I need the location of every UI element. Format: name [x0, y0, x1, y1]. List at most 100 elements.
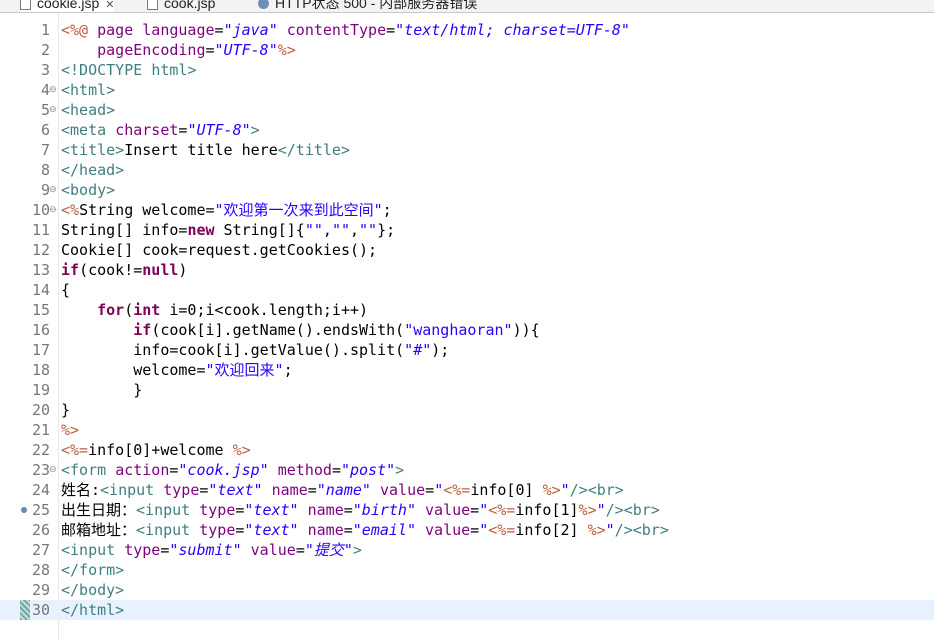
code-line[interactable]: 22 <%=info[0]+welcome %> [0, 440, 934, 460]
code-line[interactable]: 25 出生日期：<input type="text" name="birth" v… [0, 500, 934, 520]
tab-label: cookie.jsp [37, 0, 100, 11]
code-text: %> [61, 420, 79, 440]
code-line[interactable]: 17 info=cook[i].getValue().split("#"); [0, 340, 934, 360]
line-number: 25 [31, 501, 50, 519]
code-line[interactable]: 16 if(cook[i].getName().endsWith("wangha… [0, 320, 934, 340]
code-token: type [163, 481, 200, 499]
code-line[interactable]: 15 for(int i=0;i<cook.length;i++) [0, 300, 934, 320]
code-token: Cookie[] cook=request.getCookies(); [61, 241, 378, 259]
code-token: charset [115, 121, 179, 139]
code-token: </head> [61, 161, 125, 179]
code-token: %> [542, 481, 561, 499]
line-number: 30 [31, 601, 50, 619]
code-line[interactable]: 29 </body> [0, 580, 934, 600]
jsp-file-icon [147, 0, 158, 10]
code-token: i=0;i<cook.length;i++) [160, 301, 369, 319]
editor-tab-bar: cookie.jsp ✕ cook.jsp HTTP状态 500 - 内部服务器错… [0, 0, 934, 13]
code-text: <head> [61, 100, 115, 120]
code-token: ; [283, 361, 293, 379]
code-token: ); [431, 341, 450, 359]
code-text: { [61, 280, 70, 300]
code-editor[interactable]: 1 <%@ page language="java" contentType="t… [0, 13, 934, 640]
code-token: <%= [443, 481, 471, 499]
code-token: <head> [61, 101, 116, 119]
code-text: <%String welcome="欢迎第一次来到此空间"; [61, 200, 392, 220]
code-line[interactable]: 24 姓名:<input type="text" name="name" valu… [0, 480, 934, 500]
code-line[interactable]: 18 welcome="欢迎回来"; [0, 360, 934, 380]
code-token: (cook[i].getName().endsWith( [151, 321, 405, 339]
fold-toggle-icon[interactable]: ⊖ [49, 180, 57, 200]
code-token: name [271, 481, 308, 499]
code-token: = [343, 501, 353, 519]
globe-icon [258, 0, 269, 9]
code-token: " [479, 521, 489, 539]
fold-toggle-icon[interactable]: ⊖ [49, 460, 57, 480]
code-line[interactable]: 28 </form> [0, 560, 934, 580]
code-line[interactable]: 5 ⊖ <head> [0, 100, 934, 120]
code-token: ( [124, 301, 134, 319]
jsp-file-icon [20, 0, 31, 10]
tab-cookie-jsp[interactable]: cookie.jsp ✕ [20, 0, 115, 12]
line-number: 27 [31, 541, 50, 559]
fold-toggle-icon[interactable]: ⊖ [49, 100, 57, 120]
code-text: Cookie[] cook=request.getCookies(); [61, 240, 377, 260]
code-line[interactable]: 4 ⊖ <html> [0, 80, 934, 100]
code-line[interactable]: 8 </head> [0, 160, 934, 180]
code-line[interactable]: 3 <!DOCTYPE html> [0, 60, 934, 80]
code-line[interactable]: 12 Cookie[] cook=request.getCookies(); [0, 240, 934, 260]
code-line[interactable]: 11 String[] info=new String[]{"","",""}; [0, 220, 934, 240]
code-token: 邮箱地址： [61, 521, 137, 539]
code-token: "#" [404, 341, 432, 359]
code-line[interactable]: 30 </html> [0, 600, 934, 620]
code-token: language [142, 21, 215, 39]
code-token: "email" [352, 521, 416, 539]
code-token: welcome= [61, 361, 206, 379]
code-token: contentType [286, 21, 387, 39]
code-token: value [425, 501, 471, 519]
code-line[interactable]: 23 ⊖ <form action="cook.jsp" method="post"… [0, 460, 934, 480]
code-token: method [277, 461, 332, 479]
code-text: if(cook!=null) [61, 260, 187, 280]
code-line[interactable]: 26 邮箱地址：<input type="text" name="email" v… [0, 520, 934, 540]
code-line[interactable]: 10 ⊖ <%String welcome="欢迎第一次来到此空间"; [0, 200, 934, 220]
code-text: <title>Insert title here</title> [61, 140, 350, 160]
tab-cook-jsp[interactable]: cook.jsp [147, 0, 215, 12]
code-line[interactable]: 1 <%@ page language="java" contentType="t… [0, 20, 934, 40]
code-token: /> [569, 481, 588, 499]
code-token: %> [277, 41, 296, 59]
code-token: <input [136, 521, 200, 539]
code-line[interactable]: 9 ⊖ <body> [0, 180, 934, 200]
code-line[interactable]: 20} [0, 400, 934, 420]
code-line[interactable]: 2 pageEncoding="UTF-8"%> [0, 40, 934, 60]
code-line[interactable]: 6 <meta charset="UTF-8"> [0, 120, 934, 140]
code-token: info[0] [470, 481, 543, 499]
code-line[interactable]: 21 %> [0, 420, 934, 440]
code-line[interactable]: 13 if(cook!=null) [0, 260, 934, 280]
code-line[interactable]: 27 <input type="submit" value="提交"> [0, 540, 934, 560]
close-icon[interactable]: ✕ [105, 0, 114, 11]
code-token: "text" [244, 521, 299, 539]
code-line[interactable]: 19 } [0, 380, 934, 400]
line-number: 5 [40, 101, 50, 119]
code-token: <!DOCTYPE [61, 61, 152, 79]
code-token: if [133, 321, 152, 339]
tab-http-500[interactable]: HTTP状态 500 - 内部服务器错误 [258, 0, 477, 12]
fold-toggle-icon[interactable]: ⊖ [49, 80, 57, 100]
line-number: 19 [31, 381, 50, 399]
code-token: = [214, 21, 224, 39]
code-token: page [97, 21, 143, 39]
fold-toggle-icon[interactable]: ⊖ [49, 200, 57, 220]
code-token: = [470, 501, 480, 519]
code-token: " [605, 521, 615, 539]
code-text: info=cook[i].getValue().split("#"); [61, 340, 449, 360]
line-number: 8 [40, 161, 50, 179]
code-line[interactable]: 14 { [0, 280, 934, 300]
code-token: "text" [244, 501, 299, 519]
code-line[interactable]: 7 <title>Insert title here</title> [0, 140, 934, 160]
code-text: <!DOCTYPE html> [61, 60, 196, 80]
